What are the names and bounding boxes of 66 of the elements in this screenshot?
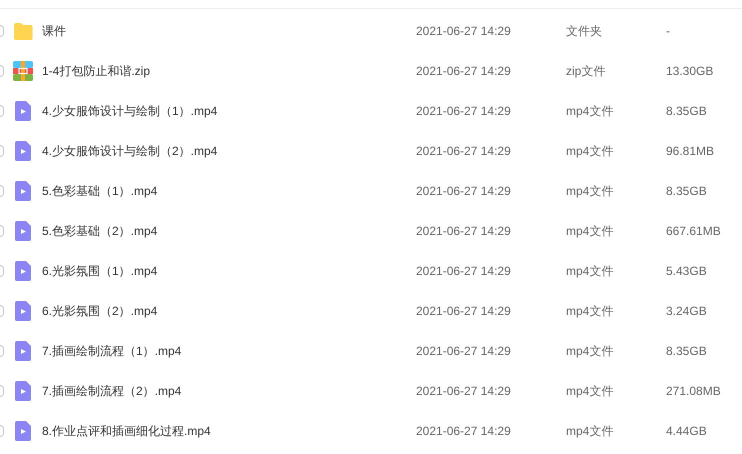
file-name[interactable]: 7.插画绘制流程（2）.mp4 <box>42 382 416 400</box>
video-file-icon <box>15 301 31 321</box>
file-type: mp4文件 <box>566 263 614 280</box>
row-checkbox[interactable] <box>0 25 4 37</box>
file-name[interactable]: 5.色彩基础（1）.mp4 <box>42 182 416 200</box>
row-checkbox[interactable] <box>0 305 4 317</box>
file-name[interactable]: 8.作业点评和插画细化过程.mp4 <box>42 422 416 440</box>
file-type: zip文件 <box>566 63 606 80</box>
modified-date: 2021-06-27 14:29 <box>416 103 512 120</box>
file-type: mp4文件 <box>566 183 614 200</box>
file-name[interactable]: 4.少女服饰设计与绘制（2）.mp4 <box>42 142 416 160</box>
row-checkbox[interactable] <box>0 65 4 77</box>
file-type: mp4文件 <box>566 103 614 120</box>
file-type: 文件夹 <box>566 23 603 40</box>
video-file-icon <box>15 261 31 281</box>
row-checkbox[interactable] <box>0 425 4 437</box>
video-file-icon <box>15 421 31 441</box>
file-type: mp4文件 <box>566 223 614 240</box>
file-size: 667.61MB <box>666 223 721 240</box>
row-checkbox[interactable] <box>0 225 4 237</box>
file-size: 96.81MB <box>666 143 714 160</box>
modified-date: 2021-06-27 14:29 <box>416 423 512 440</box>
file-name[interactable]: 4.少女服饰设计与绘制（1）.mp4 <box>42 102 416 120</box>
video-file-icon <box>15 141 31 161</box>
row-checkbox[interactable] <box>0 345 4 357</box>
file-name[interactable]: 1-4打包防止和谐.zip <box>42 62 416 80</box>
file-size: 271.08MB <box>666 383 721 400</box>
file-name[interactable]: 5.色彩基础（2）.mp4 <box>42 222 416 240</box>
file-size: 8.35GB <box>666 343 707 360</box>
modified-date: 2021-06-27 14:29 <box>416 343 512 360</box>
file-type: mp4文件 <box>566 423 614 440</box>
folder-icon <box>13 22 33 40</box>
file-size: 8.35GB <box>666 103 707 120</box>
row-checkbox[interactable] <box>0 265 4 277</box>
file-type: mp4文件 <box>566 303 614 320</box>
modified-date: 2021-06-27 14:29 <box>416 183 512 200</box>
file-size: 5.43GB <box>666 263 707 280</box>
file-size: 13.30GB <box>666 63 714 80</box>
file-name[interactable]: 6.光影氛围（2）.mp4 <box>42 302 416 320</box>
file-size: 3.24GB <box>666 303 707 320</box>
video-file-icon <box>15 341 31 361</box>
file-type: mp4文件 <box>566 343 614 360</box>
file-type: mp4文件 <box>566 143 614 160</box>
modified-date: 2021-06-27 14:29 <box>416 303 512 320</box>
video-file-icon <box>15 181 31 201</box>
modified-date: 2021-06-27 14:29 <box>416 23 512 40</box>
file-name[interactable]: 7.插画绘制流程（1）.mp4 <box>42 342 416 360</box>
modified-date: 2021-06-27 14:29 <box>416 383 512 400</box>
modified-date: 2021-06-27 14:29 <box>416 143 512 160</box>
file-type: mp4文件 <box>566 383 614 400</box>
video-file-icon <box>15 221 31 241</box>
file-name[interactable]: 6.光影氛围（1）.mp4 <box>42 262 416 280</box>
file-size: - <box>666 23 670 40</box>
modified-date: 2021-06-27 14:29 <box>416 263 512 280</box>
archive-icon <box>13 61 33 81</box>
video-file-icon <box>15 381 31 401</box>
file-size: 8.35GB <box>666 183 707 200</box>
row-checkbox[interactable] <box>0 185 4 197</box>
row-checkbox[interactable] <box>0 385 4 397</box>
modified-date: 2021-06-27 14:29 <box>416 63 512 80</box>
row-checkbox[interactable] <box>0 145 4 157</box>
file-size: 4.44GB <box>666 423 707 440</box>
video-file-icon <box>15 101 31 121</box>
file-name[interactable]: 课件 <box>42 22 416 40</box>
row-checkbox[interactable] <box>0 105 4 117</box>
modified-date: 2021-06-27 14:29 <box>416 223 512 240</box>
